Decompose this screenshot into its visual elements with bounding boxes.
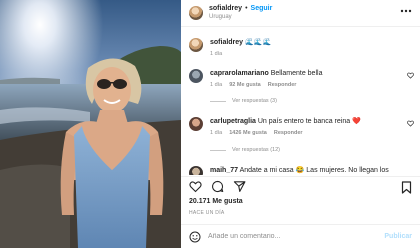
author-meta: sofialdrey • Seguir Uruguay <box>209 4 272 22</box>
comment-bubble-icon[interactable] <box>211 180 224 193</box>
author-avatar[interactable] <box>189 6 203 20</box>
beach-photo-illustration <box>0 0 181 248</box>
comment-time[interactable]: 1 día <box>210 81 222 90</box>
publish-button[interactable]: Publicar <box>384 233 412 240</box>
heart-outline-icon[interactable] <box>407 72 414 79</box>
comment-meta: 1 día 92 Me gusta Responder <box>210 81 414 90</box>
bookmark-icon[interactable] <box>401 181 412 194</box>
comment-avatar[interactable] <box>189 69 203 83</box>
comment-body: carlupetraglia Un país entero te banca r… <box>210 117 414 138</box>
heart-outline-icon[interactable] <box>407 120 414 127</box>
author-username[interactable]: sofialdrey <box>209 4 242 13</box>
post-header: sofialdrey • Seguir Uruguay <box>181 0 420 27</box>
comment-item: caprarolamariano Bellamente bella 1 día … <box>189 69 414 90</box>
caption-avatar[interactable] <box>189 38 203 52</box>
replies-line <box>210 100 226 102</box>
comment-likes[interactable]: 92 Me gusta <box>229 81 260 90</box>
comment-avatar[interactable] <box>189 117 203 131</box>
comments-list[interactable]: sofialdrey 🌊🌊🌊 1 día caprarolamariano Be… <box>181 28 420 175</box>
caption-time[interactable]: 1 día <box>210 50 222 59</box>
comment-avatar[interactable] <box>189 166 203 175</box>
view-replies-button[interactable]: Ver respuestas (12) <box>210 147 280 153</box>
comment-text: Andate a mi casa 😂 Las mujeres. No llega… <box>239 167 389 174</box>
post-modal: sofialdrey • Seguir Uruguay sofialdrey 🌊… <box>0 0 420 248</box>
caption-text: 🌊🌊🌊 <box>245 39 272 46</box>
comment-item: carlupetraglia Un país entero te banca r… <box>189 117 414 138</box>
post-photo[interactable] <box>0 0 181 248</box>
comment-body: caprarolamariano Bellamente bella 1 día … <box>210 69 414 90</box>
comment-input[interactable] <box>208 233 378 240</box>
follow-button[interactable]: Seguir <box>251 4 273 13</box>
comment-text-line: maih_77 Andate a mi casa 😂 Las mujeres. … <box>210 166 414 175</box>
view-replies-label: Ver respuestas (12) <box>232 147 280 153</box>
comment-text-line: caprarolamariano Bellamente bella <box>210 69 414 78</box>
caption: sofialdrey 🌊🌊🌊 1 día <box>189 38 414 59</box>
post-date[interactable]: HACE UN DÍA <box>189 210 225 216</box>
emoji-smile-icon[interactable] <box>189 231 201 243</box>
comment-text-line: carlupetraglia Un país entero te banca r… <box>210 117 414 126</box>
caption-body: sofialdrey 🌊🌊🌊 1 día <box>210 38 414 59</box>
reply-button[interactable]: Responder <box>268 81 297 90</box>
post-side-panel: sofialdrey • Seguir Uruguay sofialdrey 🌊… <box>181 0 420 248</box>
replies-line <box>210 149 226 151</box>
comment-body: maih_77 Andate a mi casa 😂 Las mujeres. … <box>210 166 414 175</box>
view-replies-button[interactable]: Ver respuestas (3) <box>210 98 277 104</box>
comment-item: maih_77 Andate a mi casa 😂 Las mujeres. … <box>189 166 414 175</box>
caption-username[interactable]: sofialdrey <box>210 39 243 46</box>
comment-username[interactable]: maih_77 <box>210 167 238 174</box>
post-location[interactable]: Uruguay <box>209 13 272 22</box>
more-horizontal-icon[interactable] <box>400 8 412 14</box>
view-replies-label: Ver respuestas (3) <box>232 98 277 104</box>
comment-username[interactable]: caprarolamariano <box>210 70 269 77</box>
comment-text: Bellamente bella <box>270 70 323 77</box>
caption-meta: 1 día <box>210 50 414 59</box>
comment-text: Un país entero te banca reina ❤️ <box>257 118 361 125</box>
comment-username[interactable]: carlupetraglia <box>210 118 256 125</box>
comment-likes[interactable]: 1426 Me gusta <box>229 129 267 138</box>
author-row: sofialdrey • Seguir <box>209 4 272 13</box>
caption-text-line: sofialdrey 🌊🌊🌊 <box>210 38 414 47</box>
like-heart-icon[interactable] <box>189 180 202 193</box>
share-send-icon[interactable] <box>233 180 246 193</box>
comment-meta: 1 día 1426 Me gusta Responder <box>210 129 414 138</box>
comment-composer: Publicar <box>181 224 420 248</box>
separator-dot: • <box>245 5 248 12</box>
action-bar <box>181 176 420 196</box>
reply-button[interactable]: Responder <box>274 129 303 138</box>
likes-count[interactable]: 20.171 Me gusta <box>189 198 243 205</box>
comment-time[interactable]: 1 día <box>210 129 222 138</box>
